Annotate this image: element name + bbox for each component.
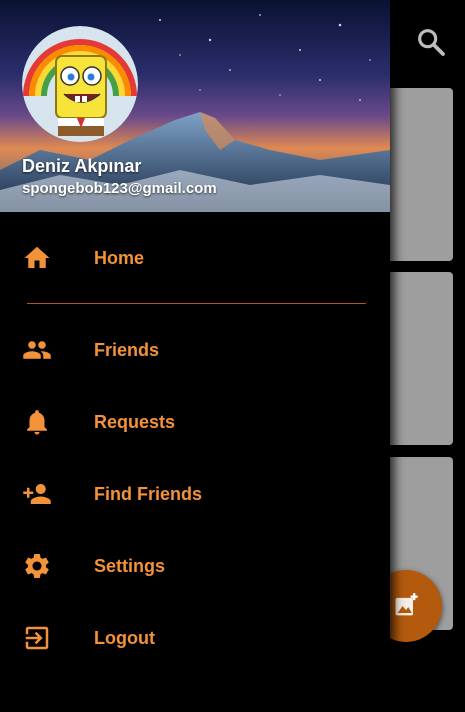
person-add-icon [22,479,52,509]
drawer-item-label: Settings [94,555,166,576]
avatar[interactable] [22,26,138,142]
user-email: spongebob123@gmail.com [22,180,217,197]
navigation-drawer: Deniz Akpınar spongebob123@gmail.com Hom… [0,0,390,712]
drawer-item-label: Find Friends [94,483,202,504]
people-icon [22,335,52,365]
avatar-image [22,26,138,142]
search-icon [418,29,445,56]
drawer-item-find-friends[interactable]: Find Friends [0,465,390,523]
drawer-item-requests[interactable]: Requests [0,393,390,451]
drawer-item-settings[interactable]: Settings [0,537,390,595]
drawer-item-label: Logout [94,627,155,648]
gear-icon [22,551,52,581]
drawer-item-logout[interactable]: Logout [0,609,390,667]
search-button[interactable] [415,26,447,58]
logout-icon [22,623,52,653]
add-photo-icon [395,593,418,616]
drawer-item-home[interactable]: Home [0,229,390,287]
drawer-header: Deniz Akpınar spongebob123@gmail.com [0,0,390,212]
drawer-item-label: Home [94,247,145,268]
drawer-divider [27,303,366,304]
drawer-item-label: Requests [94,411,176,432]
bell-icon [22,407,52,437]
drawer-item-friends[interactable]: Friends [0,321,390,379]
home-icon [22,243,52,273]
user-name: Deniz Akpınar [22,156,142,176]
drawer-item-label: Friends [94,339,160,360]
